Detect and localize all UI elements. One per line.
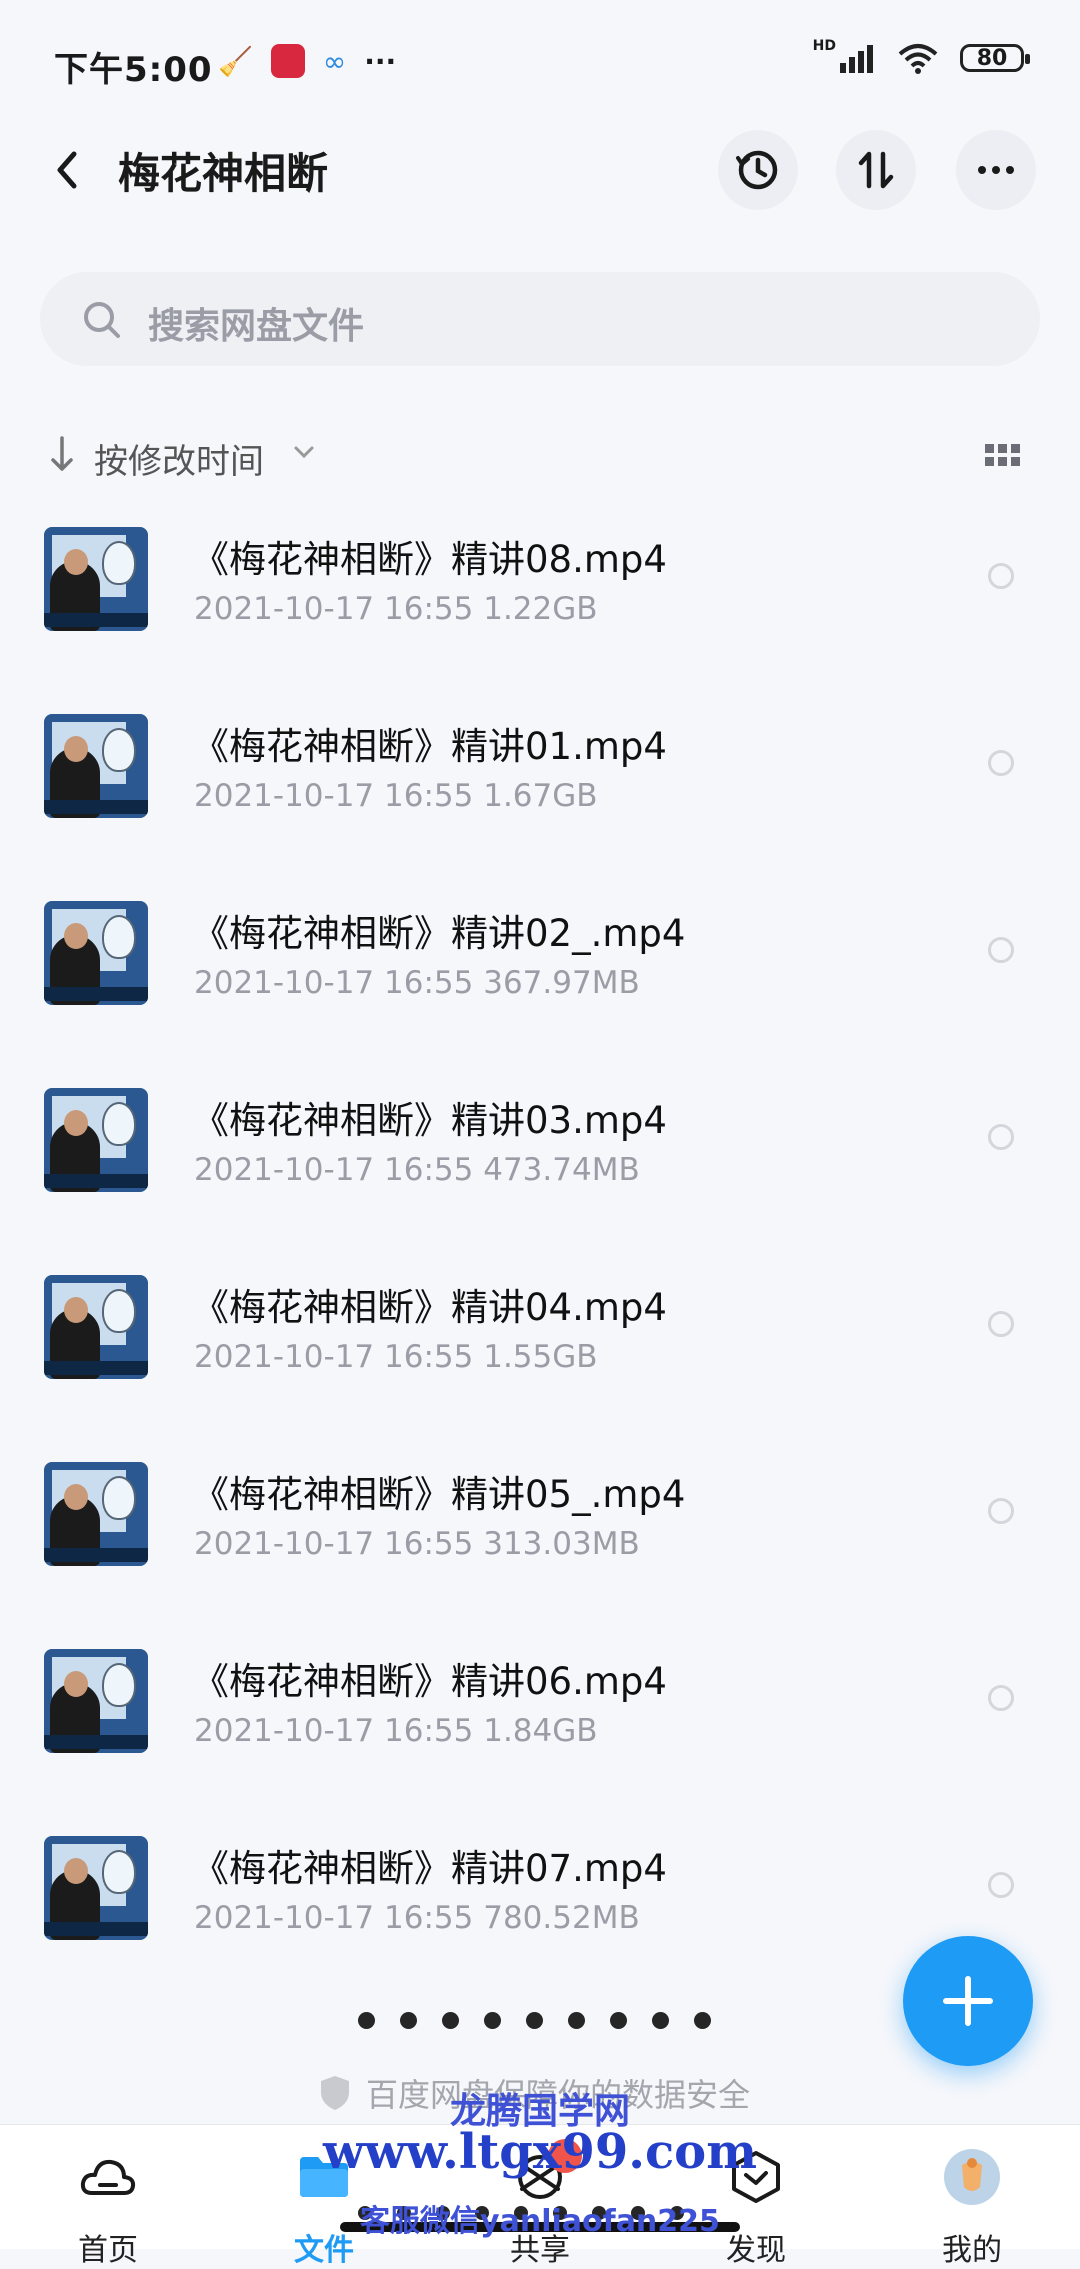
more-notifications-icon: ···	[364, 44, 397, 78]
sort-bar: 按修改时间	[40, 430, 1040, 482]
file-meta: 2021-10-17 16:55 313.03MB	[194, 1526, 640, 1562]
back-arrow-icon	[57, 151, 77, 189]
app-notification-icon	[270, 44, 305, 78]
chevron-down-icon[interactable]	[292, 442, 316, 462]
battery-indicator: 80	[960, 44, 1030, 72]
file-name: 《梅花神相断》精讲01.mp4	[192, 725, 667, 768]
back-button[interactable]	[40, 140, 100, 200]
select-radio[interactable]	[988, 1498, 1014, 1524]
loading-dots	[358, 2012, 711, 2029]
watermark-line3: 客服微信yanliaofan225	[360, 2204, 720, 2239]
file-meta: 2021-10-17 16:55 473.74MB	[194, 1152, 640, 1188]
more-button[interactable]	[956, 130, 1036, 210]
grid-view-icon[interactable]	[984, 442, 1022, 470]
hd-label: HD	[812, 38, 836, 54]
link-icon: ∞	[322, 44, 347, 78]
file-meta: 2021-10-17 16:55 1.67GB	[194, 778, 598, 814]
wifi-icon	[898, 44, 938, 74]
file-row[interactable]: 《梅花神相断》精讲04.mp4 2021-10-17 16:55 1.55GB	[0, 1275, 1080, 1462]
file-row[interactable]: 《梅花神相断》精讲02_.mp4 2021-10-17 16:55 367.97…	[0, 901, 1080, 1088]
file-row[interactable]: 《梅花神相断》精讲01.mp4 2021-10-17 16:55 1.67GB	[0, 714, 1080, 901]
file-row[interactable]: 《梅花神相断》精讲08.mp4 2021-10-17 16:55 1.22GB	[0, 527, 1080, 714]
signal-icon	[840, 45, 873, 73]
cleaner-icon: 🧹	[218, 44, 253, 78]
file-row[interactable]: 《梅花神相断》精讲05_.mp4 2021-10-17 16:55 313.03…	[0, 1462, 1080, 1649]
sort-down-arrow-icon	[51, 436, 73, 471]
file-meta: 2021-10-17 16:55 367.97MB	[194, 965, 640, 1001]
video-thumbnail	[44, 1649, 148, 1753]
sort-label[interactable]: 按修改时间	[94, 434, 264, 483]
history-icon	[736, 150, 778, 190]
select-radio[interactable]	[988, 937, 1014, 963]
select-radio[interactable]	[988, 1311, 1014, 1337]
header: 梅花神相断	[0, 120, 1080, 220]
history-button[interactable]	[718, 130, 798, 210]
video-thumbnail	[44, 527, 148, 631]
sort-arrows-icon	[858, 151, 894, 189]
select-radio[interactable]	[988, 750, 1014, 776]
file-name: 《梅花神相断》精讲04.mp4	[192, 1286, 667, 1329]
video-thumbnail	[44, 1088, 148, 1192]
add-button[interactable]	[903, 1936, 1033, 2066]
notification-icons: 🧹 ∞ ···	[218, 44, 396, 78]
file-name: 《梅花神相断》精讲05_.mp4	[192, 1473, 686, 1516]
status-right: HD 80	[813, 38, 1030, 74]
video-thumbnail	[44, 1462, 148, 1566]
status-time: 下午5:00	[54, 50, 213, 90]
search-input[interactable]: 搜索网盘文件	[40, 272, 1040, 366]
video-thumbnail	[44, 714, 148, 818]
video-thumbnail	[44, 1836, 148, 1940]
watermark-line2: www.ltgx99.com	[323, 2124, 757, 2180]
file-row[interactable]: 《梅花神相断》精讲03.mp4 2021-10-17 16:55 473.74M…	[0, 1088, 1080, 1275]
file-name: 《梅花神相断》精讲03.mp4	[192, 1099, 667, 1142]
search-placeholder: 搜索网盘文件	[148, 306, 365, 347]
search-icon	[84, 302, 120, 338]
file-meta: 2021-10-17 16:55 1.55GB	[194, 1339, 598, 1375]
page-title: 梅花神相断	[118, 149, 329, 198]
file-meta: 2021-10-17 16:55 1.84GB	[194, 1713, 598, 1749]
file-row[interactable]: 《梅花神相断》精讲06.mp4 2021-10-17 16:55 1.84GB	[0, 1649, 1080, 1836]
video-thumbnail	[44, 901, 148, 1005]
more-dots-icon	[978, 166, 1014, 174]
select-radio[interactable]	[988, 1872, 1014, 1898]
plus-icon	[943, 1976, 993, 2026]
file-name: 《梅花神相断》精讲08.mp4	[192, 538, 667, 581]
file-name: 《梅花神相断》精讲07.mp4	[192, 1847, 667, 1890]
select-radio[interactable]	[988, 563, 1014, 589]
select-radio[interactable]	[988, 1685, 1014, 1711]
file-name: 《梅花神相断》精讲02_.mp4	[192, 912, 686, 955]
file-name: 《梅花神相断》精讲06.mp4	[192, 1660, 667, 1703]
select-radio[interactable]	[988, 1124, 1014, 1150]
sort-button[interactable]	[836, 130, 916, 210]
status-bar: 下午5:00 🧹 ∞ ··· HD 80	[0, 0, 1080, 110]
file-meta: 2021-10-17 16:55 1.22GB	[194, 591, 598, 627]
file-meta: 2021-10-17 16:55 780.52MB	[194, 1900, 640, 1936]
video-thumbnail	[44, 1275, 148, 1379]
